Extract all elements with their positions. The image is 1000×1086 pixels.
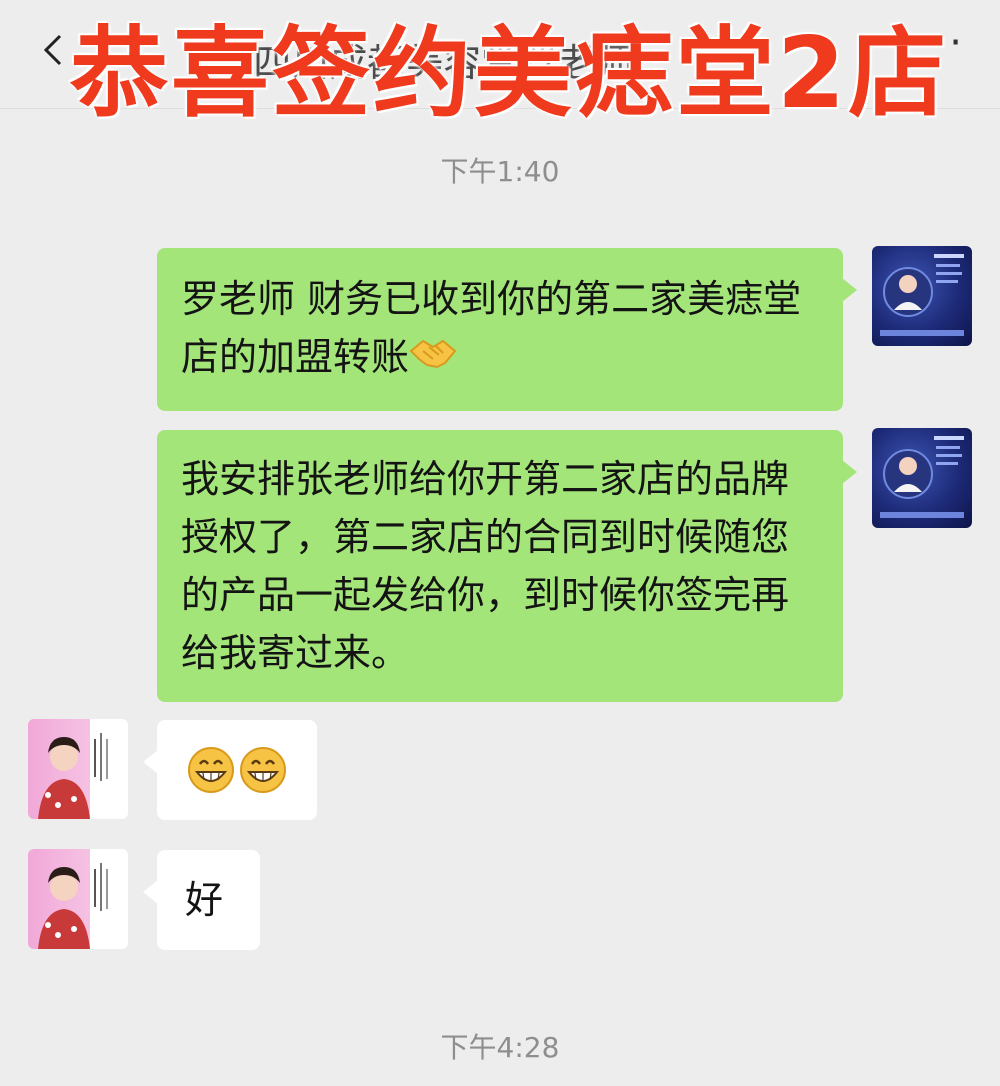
avatar-self[interactable] xyxy=(872,246,972,346)
message-text: 罗老师 财务已收到你的第二家美痣堂店的加盟转账 xyxy=(181,277,802,379)
timestamp: 下午1:40 xyxy=(440,155,560,188)
back-icon[interactable] xyxy=(34,30,74,70)
message-bubble-received[interactable]: 好 xyxy=(143,850,260,950)
avatar-self[interactable] xyxy=(872,428,972,528)
message-bubble-received[interactable] xyxy=(143,720,317,820)
avatar-contact[interactable] xyxy=(28,849,128,949)
timestamp: 下午4:28 xyxy=(440,1031,560,1064)
avatar-contact[interactable] xyxy=(28,719,128,819)
grin-emoji xyxy=(187,744,289,812)
message-bubble-sent[interactable]: 罗老师 财务已收到你的第二家美痣堂店的加盟转账 xyxy=(157,248,857,411)
message-bubble-sent[interactable]: 我安排张老师给你开第二家店的品牌授权了，第二家店的合同到时候随您的产品一起发给你… xyxy=(157,430,857,702)
congrats-banner: 恭喜签约美痣堂2店 xyxy=(70,17,950,131)
message-text: 好 xyxy=(185,878,224,922)
message-text: 我安排张老师给你开第二家店的品牌授权了，第二家店的合同到时候随您的产品一起发给你… xyxy=(181,457,790,675)
handshake-emoji xyxy=(409,331,457,389)
